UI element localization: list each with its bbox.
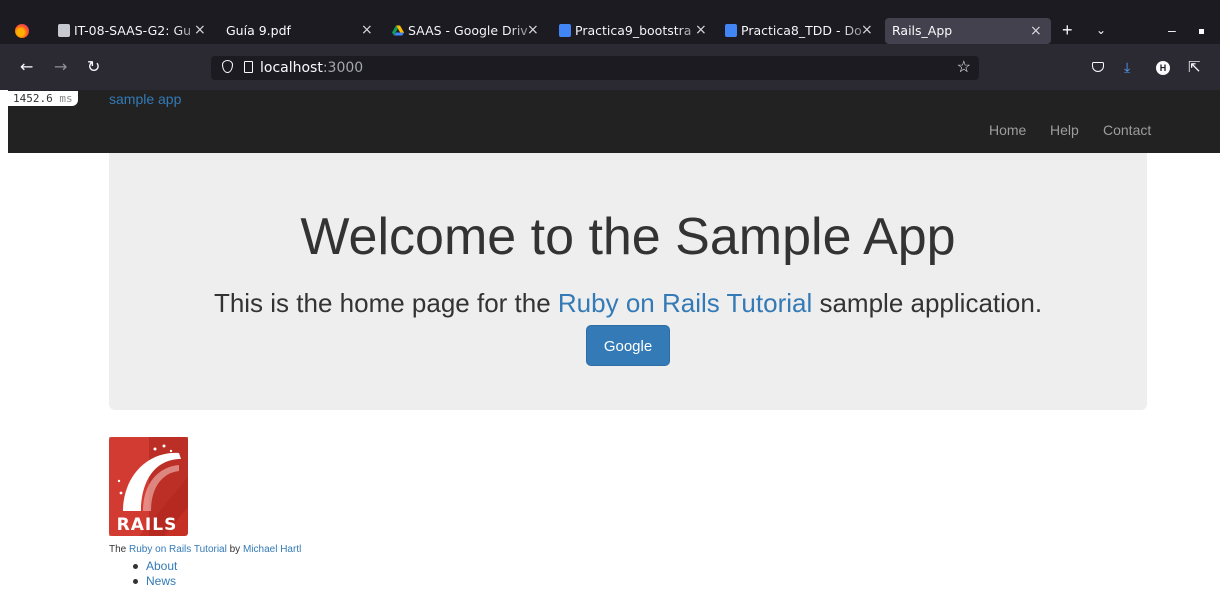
tab-strip: IT-08-SAAS-G2: Gu × Guía 9.pdf × SAAS - … (0, 0, 1220, 44)
tracking-protection-icon[interactable] (222, 60, 233, 73)
tab-title: Practica9_bootstra (575, 17, 700, 44)
tab-guia-9-pdf[interactable]: Guía 9.pdf × (220, 17, 386, 44)
tab-practica9[interactable]: Practica9_bootstra × (553, 17, 719, 44)
footer-news-link[interactable]: News (146, 574, 176, 588)
moodle-favicon-icon (58, 24, 70, 37)
maximize-window-button[interactable] (1199, 29, 1204, 34)
back-button[interactable]: ← (20, 44, 33, 90)
google-drive-icon (392, 25, 404, 36)
close-tab-icon[interactable]: × (194, 17, 206, 44)
rails-logo-text: RAILS (117, 515, 178, 535)
nav-help-link[interactable]: Help (1050, 122, 1079, 138)
site-header (8, 90, 1220, 153)
jumbotron: Welcome to the Sample App This is the ho… (109, 153, 1147, 410)
google-button[interactable]: Google (586, 325, 670, 366)
footer-links: About News (132, 559, 177, 589)
new-tab-button[interactable]: + (1062, 17, 1073, 44)
rails-logo-image[interactable]: RAILS (109, 437, 188, 536)
tab-it-08-saas[interactable]: IT-08-SAAS-G2: Gu × (52, 17, 220, 44)
forward-button[interactable]: → (54, 44, 67, 90)
footer-about-link[interactable]: About (146, 559, 177, 573)
page-title: Welcome to the Sample App (300, 208, 956, 266)
footer-tutorial-link[interactable]: Ruby on Rails Tutorial (129, 544, 227, 555)
footer-credit: The Ruby on Rails Tutorial by Michael Ha… (109, 544, 302, 555)
reload-button[interactable]: ↻ (87, 44, 100, 90)
site-logo-link[interactable]: sample app (109, 90, 181, 108)
firefox-view-icon[interactable] (15, 24, 29, 38)
tab-practica8[interactable]: Practica8_TDD - Do × (719, 17, 885, 44)
page-info-icon[interactable] (244, 61, 253, 73)
list-item: News (132, 574, 177, 589)
google-docs-icon (725, 24, 737, 37)
close-tab-icon[interactable]: × (361, 17, 373, 44)
extensions-icon[interactable]: ⇱ (1188, 56, 1201, 80)
nav-home-link[interactable]: Home (989, 122, 1026, 138)
tab-title: Practica8_TDD - Do (741, 17, 866, 44)
download-icon[interactable]: ⤓ (1124, 59, 1130, 76)
close-tab-icon[interactable]: × (695, 17, 707, 44)
google-docs-icon (559, 24, 571, 37)
minimize-window-button[interactable]: – (1168, 17, 1176, 44)
url-bar[interactable]: localhost:3000 ☆ (211, 56, 979, 80)
footer-author-link[interactable]: Michael Hartl (243, 544, 301, 555)
close-tab-icon[interactable]: × (1030, 18, 1042, 44)
tab-rails-app[interactable]: Rails_App × (885, 18, 1051, 44)
performance-badge[interactable]: 1452.6 ms (8, 91, 78, 106)
tab-title: IT-08-SAAS-G2: Gu (74, 17, 199, 44)
close-tab-icon[interactable]: × (527, 17, 539, 44)
list-all-tabs-button[interactable]: ⌄ (1096, 17, 1106, 44)
nav-contact-link[interactable]: Contact (1103, 122, 1151, 138)
list-item: About (132, 559, 177, 574)
rails-tutorial-link[interactable]: Ruby on Rails Tutorial (558, 288, 812, 318)
page-subtitle: This is the home page for the Ruby on Ra… (213, 288, 1043, 318)
close-tab-icon[interactable]: × (861, 17, 873, 44)
url-text[interactable]: localhost:3000 (260, 56, 363, 80)
bookmark-star-icon[interactable]: ☆ (957, 56, 971, 80)
account-avatar[interactable]: H (1156, 61, 1170, 75)
tab-google-drive[interactable]: SAAS - Google Driv × (386, 17, 552, 44)
tab-title: SAAS - Google Driv (408, 17, 533, 44)
tab-title: Guía 9.pdf (226, 23, 291, 38)
tab-title: Rails_App (892, 23, 953, 38)
